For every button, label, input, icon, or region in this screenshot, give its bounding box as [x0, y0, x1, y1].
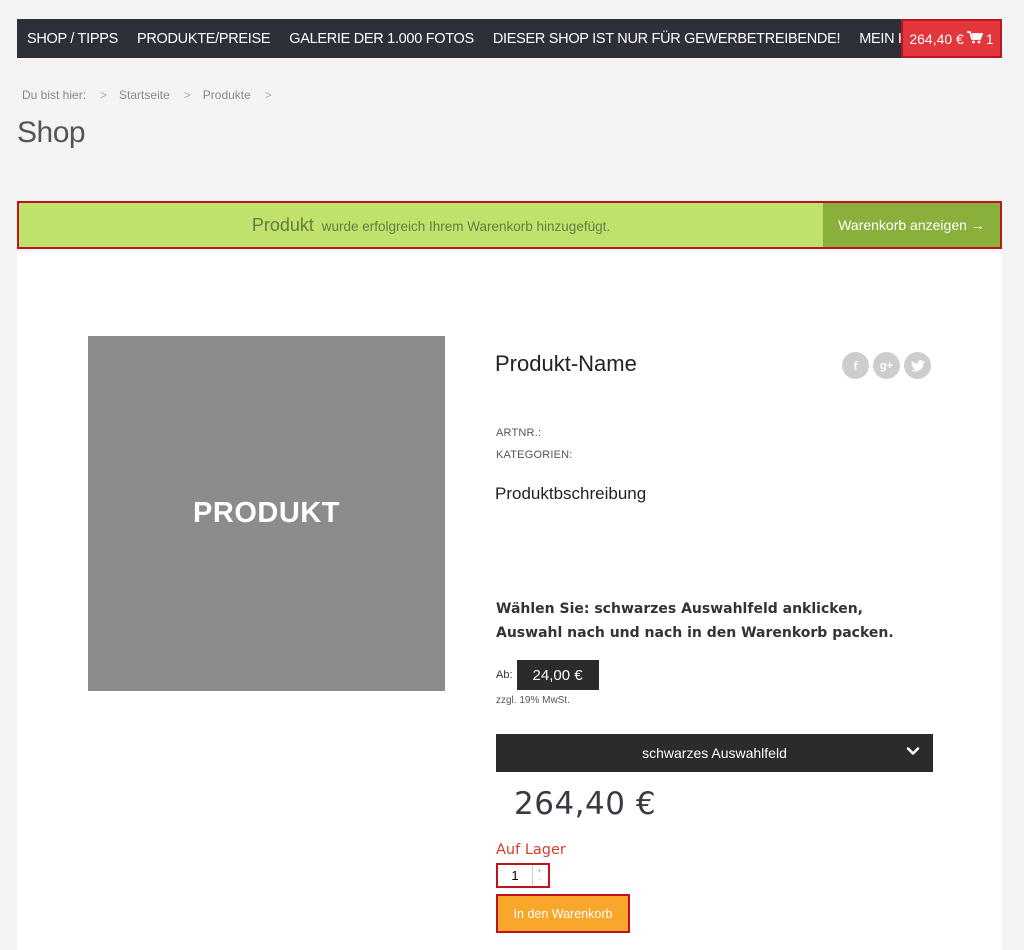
notice-product: Produkt	[251, 214, 314, 235]
breadcrumb-link-produkte[interactable]: Produkte	[203, 88, 251, 102]
page-title: Shop	[17, 116, 86, 149]
quantity-stepper: + -	[496, 863, 550, 888]
view-cart-button[interactable]: Warenkorb anzeigen →	[823, 203, 1000, 247]
nav-item-shop-tipps[interactable]: SHOP / TIPPS	[17, 31, 127, 47]
cart-success-notice: Produkt wurde erfolgreich Ihrem Warenkor…	[17, 201, 1002, 249]
chevron-right-icon: >	[100, 88, 108, 102]
variant-select-label: schwarzes Auswahlfeld	[642, 745, 787, 761]
price-row: Ab: 24,00 €	[496, 660, 599, 690]
add-to-cart-button[interactable]: In den Warenkorb	[496, 894, 630, 933]
product-name: Produkt-Name	[495, 351, 637, 376]
twitter-icon[interactable]	[904, 352, 931, 379]
spin-down-icon[interactable]: -	[538, 876, 540, 885]
total-price: 264,40 €	[514, 786, 657, 822]
price-prefix: Ab:	[496, 669, 513, 681]
spin-up-icon[interactable]: +	[537, 867, 541, 876]
variant-select[interactable]: schwarzes Auswahlfeld	[496, 734, 933, 772]
breadcrumb: Du bist hier: > Startseite > Produkte >	[22, 88, 284, 102]
quantity-input[interactable]	[498, 868, 532, 883]
quantity-spinner[interactable]: + -	[532, 865, 546, 886]
tax-note: zzgl. 19% MwSt.	[496, 695, 570, 706]
social-share: f g+	[842, 352, 931, 379]
notice-message: Produkt wurde erfolgreich Ihrem Warenkor…	[19, 215, 823, 236]
categories-label: KATEGORIEN:	[496, 449, 573, 461]
breadcrumb-prefix: Du bist hier:	[22, 88, 87, 102]
product-description: Produktbschreibung	[495, 484, 647, 503]
nav-item-produkte-preise[interactable]: PRODUKTE/PREISE	[127, 31, 279, 47]
cart-count: 1	[985, 30, 994, 47]
chevron-right-icon: >	[183, 88, 191, 102]
chevron-down-icon	[906, 744, 920, 761]
base-price: 24,00 €	[516, 660, 599, 690]
notice-text: wurde erfolgreich Ihrem Warenkorb hinzug…	[321, 218, 611, 234]
facebook-icon[interactable]: f	[842, 352, 869, 379]
stock-status: Auf Lager	[496, 842, 566, 858]
chevron-right-icon: >	[264, 88, 272, 102]
cart-total: 264,40 €	[909, 30, 964, 47]
breadcrumb-link-startseite[interactable]: Startseite	[119, 88, 170, 102]
selection-instructions: Wählen Sie: schwarzes Auswahlfeld anklic…	[496, 601, 894, 641]
nav-item-galerie[interactable]: GALERIE DER 1.000 FOTOS	[280, 31, 484, 47]
top-navigation: SHOP / TIPPS PRODUKTE/PREISE GALERIE DER…	[17, 19, 1002, 58]
cart-button[interactable]: 264,40 € 1	[901, 19, 1002, 58]
shopping-cart-icon	[966, 30, 983, 47]
product-image: PRODUKT	[88, 336, 445, 691]
google-plus-icon[interactable]: g+	[873, 352, 900, 379]
nav-item-gewerbetreibende[interactable]: DIESER SHOP IST NUR FÜR GEWERBETREIBENDE…	[483, 31, 849, 47]
article-number-label: ARTNR.:	[496, 427, 542, 439]
